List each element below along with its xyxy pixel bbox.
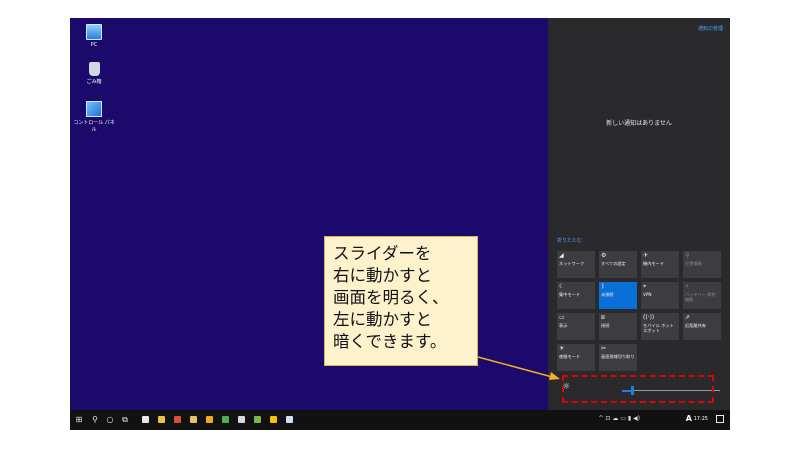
callout-arrow-line — [477, 356, 557, 379]
callout-arrow-head — [549, 372, 560, 380]
callout-arrow — [477, 356, 560, 380]
